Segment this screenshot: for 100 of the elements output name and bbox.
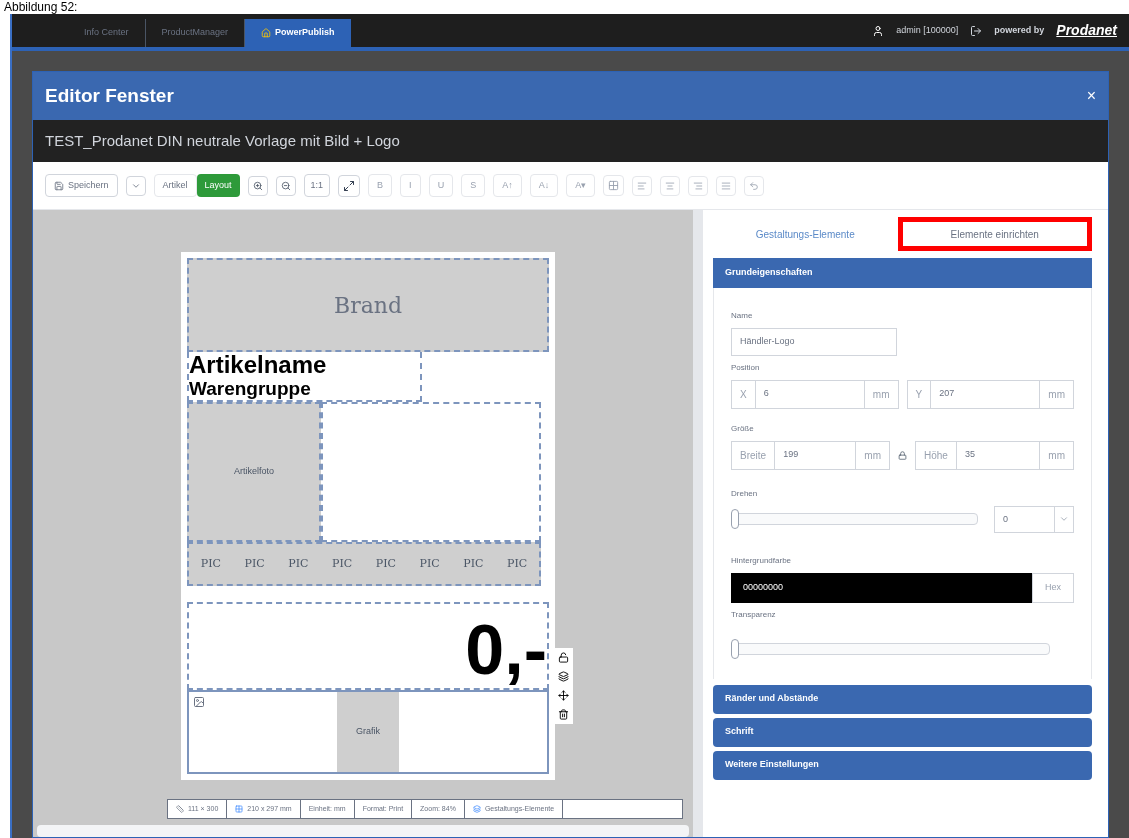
grid-icon (608, 180, 620, 191)
photo-placeholder: Artikelfoto (234, 465, 274, 479)
image-icon (193, 696, 205, 708)
user-name: admin [100000] (896, 23, 959, 37)
accordion-title: Weitere Einstellungen (725, 758, 819, 772)
nav-tab[interactable]: PowerPublish (245, 19, 351, 47)
ruler-icon (176, 805, 184, 813)
zoom-reset-button[interactable]: 1:1 (303, 173, 331, 198)
figure-caption: Abbildung 52: (4, 0, 78, 14)
pictogram-placeholder: PIC (244, 555, 265, 572)
height-field[interactable]: Höhe 35 mm (915, 440, 1074, 470)
pictogram-placeholder: PIC (375, 555, 396, 572)
color-field[interactable]: 00000000 (731, 573, 1032, 603)
format-button[interactable]: S (461, 173, 486, 198)
panel-tab[interactable]: Elemente einrichten (897, 217, 1092, 251)
align-button[interactable] (716, 175, 737, 196)
pictogram-placeholder: PIC (419, 555, 440, 572)
slider[interactable] (731, 509, 978, 530)
field-label: Position (731, 361, 761, 374)
accordion-header[interactable]: Schrift (713, 717, 1092, 747)
expand-icon (343, 179, 356, 192)
align-icon (693, 180, 704, 191)
fit-button[interactable] (338, 174, 361, 197)
trash-icon[interactable] (558, 709, 569, 720)
pictogram-placeholder: PIC (332, 555, 353, 572)
pictogram-placeholder: PIC (507, 555, 528, 572)
home-icon (261, 28, 272, 38)
logo-placeholder: Grafik (356, 725, 380, 739)
dialog-title: Editor Fenster (45, 83, 174, 108)
panel-tab[interactable]: Gestaltungs-Elemente (713, 217, 898, 251)
grid-icon (235, 805, 244, 813)
field-label: Transparenz (731, 608, 777, 621)
color-value: 00000000 (743, 581, 784, 594)
brand-field[interactable]: Brand (187, 258, 549, 352)
dropdown-button[interactable] (125, 175, 146, 196)
slider-thumb[interactable] (731, 638, 739, 659)
zoom-in-icon (252, 180, 263, 191)
field-label: Name (731, 310, 754, 322)
pictogram-placeholder: PIC (463, 555, 484, 572)
textbox-button[interactable] (603, 175, 625, 196)
undo-button[interactable] (744, 175, 765, 196)
format-button[interactable]: B (368, 173, 393, 198)
format-button[interactable]: U (428, 173, 454, 198)
y-field[interactable]: Y 207 mm (906, 379, 1074, 409)
pictogram-placeholder: PIC (200, 555, 221, 572)
article-name: Artikelname (189, 352, 328, 378)
pictogram-field[interactable]: PIC PIC PIC PIC PIC PIC PIC PIC (187, 542, 541, 586)
select-value: 0 (995, 506, 1055, 532)
format-button[interactable]: A↓ (529, 173, 559, 198)
align-icon (721, 180, 732, 191)
brand-placeholder: Brand (333, 291, 403, 320)
close-button[interactable]: × (1086, 84, 1096, 108)
lock-icon[interactable] (898, 450, 907, 460)
format-button[interactable]: A↑ (493, 173, 522, 198)
zoom-out-button[interactable] (275, 175, 296, 196)
zoom-in-button[interactable] (247, 175, 268, 196)
input-value: 6 (755, 380, 865, 408)
accordion-header[interactable]: Ränder und Abstände (713, 684, 1092, 714)
x-field[interactable]: X 6 mm (731, 379, 899, 409)
mode-tab[interactable]: Layout (196, 173, 240, 198)
product-group: Warengruppe (189, 378, 420, 400)
align-button[interactable] (632, 175, 653, 196)
field-label: Drehen (731, 487, 759, 500)
zoom-out-icon (280, 180, 291, 191)
price-text: 0,- (465, 612, 547, 688)
horizontal-scrollbar[interactable] (37, 825, 689, 837)
field-label: Hintergrundfarbe (731, 555, 793, 567)
save-icon (54, 180, 64, 191)
align-icon (637, 180, 648, 191)
layers-icon (472, 805, 481, 813)
align-icon (665, 180, 676, 191)
accordion-title: Ränder und Abstände (725, 692, 819, 706)
photo-field[interactable]: Artikelfoto (187, 402, 321, 542)
width-field[interactable]: Breite 199 mm (731, 440, 890, 470)
vertical-scrollbar[interactable] (693, 210, 703, 837)
field-label: Größe (731, 422, 755, 435)
slider[interactable] (731, 638, 1050, 659)
align-button[interactable] (688, 175, 709, 196)
format-button[interactable]: A▾ (566, 173, 596, 198)
logout-icon[interactable] (970, 24, 983, 37)
align-button[interactable] (660, 175, 681, 196)
save-button[interactable]: Speichern (45, 173, 118, 198)
accordion-header[interactable]: Weitere Einstellungen (713, 750, 1092, 780)
mode-tab[interactable]: Artikel (153, 173, 197, 198)
slider-thumb[interactable] (731, 509, 739, 530)
rotate-select[interactable]: 0 (994, 505, 1074, 533)
unlock-icon[interactable] (558, 652, 569, 663)
undo-icon (749, 180, 760, 191)
format-button[interactable]: I (400, 173, 421, 198)
layers-icon[interactable] (558, 671, 569, 682)
name-field[interactable]: Händler-Logo (731, 328, 897, 356)
powered-by-text: powered by (994, 23, 1045, 37)
hex-button[interactable]: Hex (1032, 573, 1074, 603)
price-field[interactable]: 0,- (187, 602, 549, 690)
document-title: TEST_Prodanet DIN neutrale Vorlage mit Bild + Logo (45, 130, 400, 151)
accordion-title: Schrift (725, 725, 754, 739)
brand-logo: Prodanet (1056, 21, 1117, 40)
pictogram-placeholder: PIC (288, 555, 309, 572)
section-title: Grundeigenschaften (725, 266, 813, 280)
user-icon (872, 24, 885, 37)
